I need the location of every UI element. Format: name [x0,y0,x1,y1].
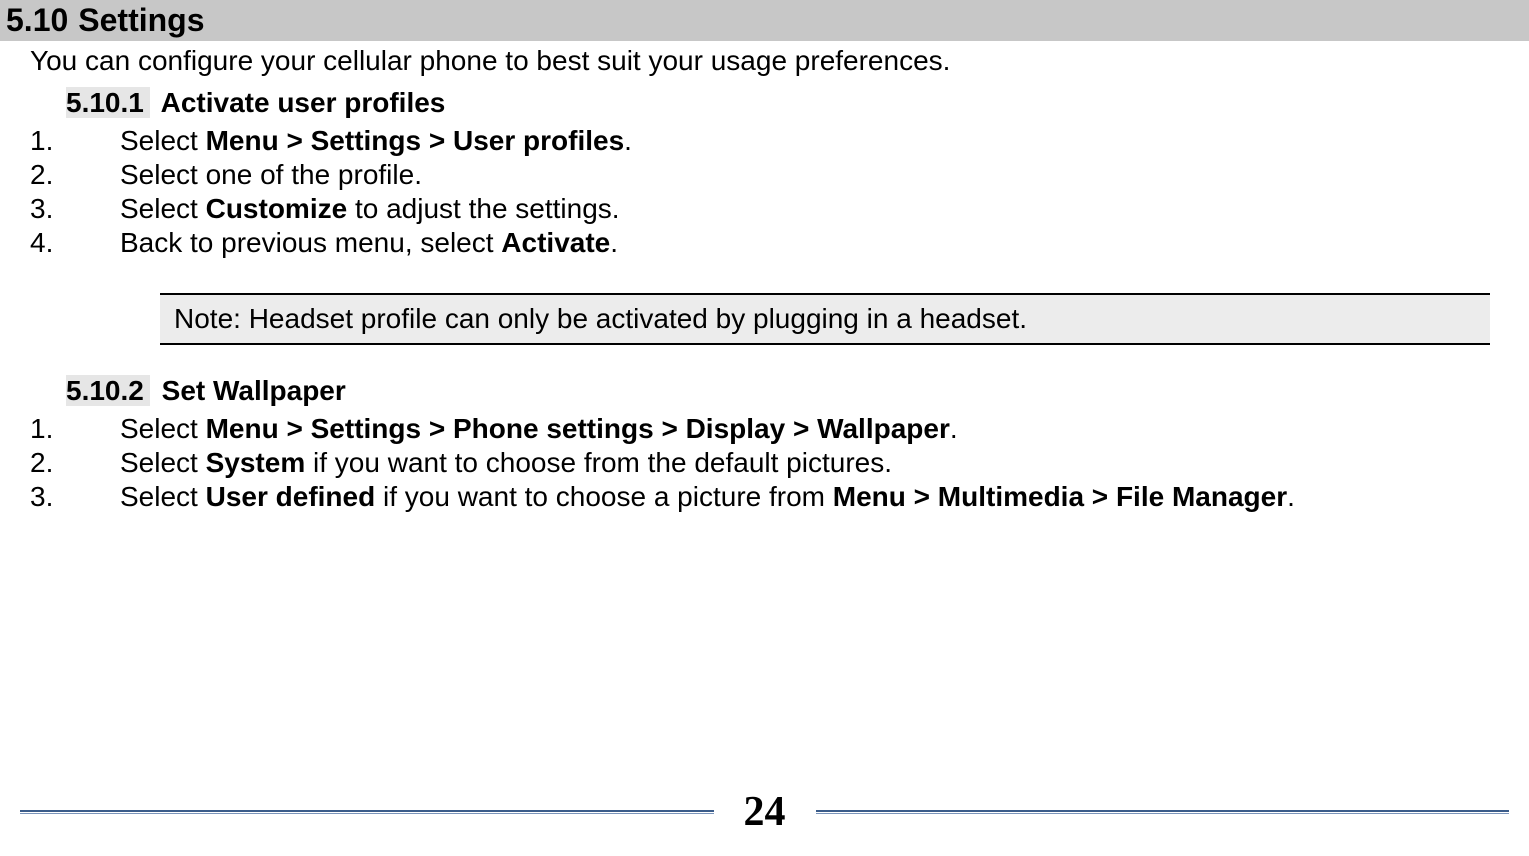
step-number: 3. [30,193,120,225]
step-number: 1. [30,125,120,157]
page-number: 24 [734,788,796,836]
list-item: 1. Select Menu > Settings > Phone settin… [30,413,1499,445]
list-item: 4. Back to previous menu, select Activat… [30,227,1499,259]
section-intro: You can configure your cellular phone to… [30,45,1499,77]
step-number: 4. [30,227,120,259]
subsection-title: Activate user profiles [161,87,446,118]
list-item: 2. Select System if you want to choose f… [30,447,1499,479]
note-box: Note: Headset profile can only be activa… [160,293,1490,345]
step-text: Back to previous menu, select Activate. [120,227,1499,259]
section-number: 5.10 [6,2,68,39]
subsection-heading-1: 5.10.1 Activate user profiles [66,87,1499,119]
subsection-number: 5.10.1 [66,87,150,118]
list-item: 1. Select Menu > Settings > User profile… [30,125,1499,157]
list-item: 2. Select one of the profile. [30,159,1499,191]
step-text: Select Menu > Settings > User profiles. [120,125,1499,157]
subsection-title: Set Wallpaper [162,375,346,406]
page-footer: 24 [0,788,1529,836]
step-number: 1. [30,413,120,445]
step-text: Select one of the profile. [120,159,1499,191]
footer-rule-right [816,810,1510,814]
document-page: 5.10 Settings You can configure your cel… [0,0,1529,856]
note-text: Note: Headset profile can only be activa… [174,303,1027,334]
step-number: 2. [30,447,120,479]
subsection-number: 5.10.2 [66,375,150,406]
step-text: Select User defined if you want to choos… [120,481,1499,513]
list-item: 3. Select User defined if you want to ch… [30,481,1499,513]
list-item: 3. Select Customize to adjust the settin… [30,193,1499,225]
section-heading: 5.10 Settings [0,0,1529,41]
subsection-heading-2: 5.10.2 Set Wallpaper [66,375,1499,407]
step-text: Select System if you want to choose from… [120,447,1499,479]
step-number: 2. [30,159,120,191]
section-title: Settings [78,2,204,39]
step-text: Select Menu > Settings > Phone settings … [120,413,1499,445]
step-number: 3. [30,481,120,513]
footer-rule-left [20,810,714,814]
step-text: Select Customize to adjust the settings. [120,193,1499,225]
